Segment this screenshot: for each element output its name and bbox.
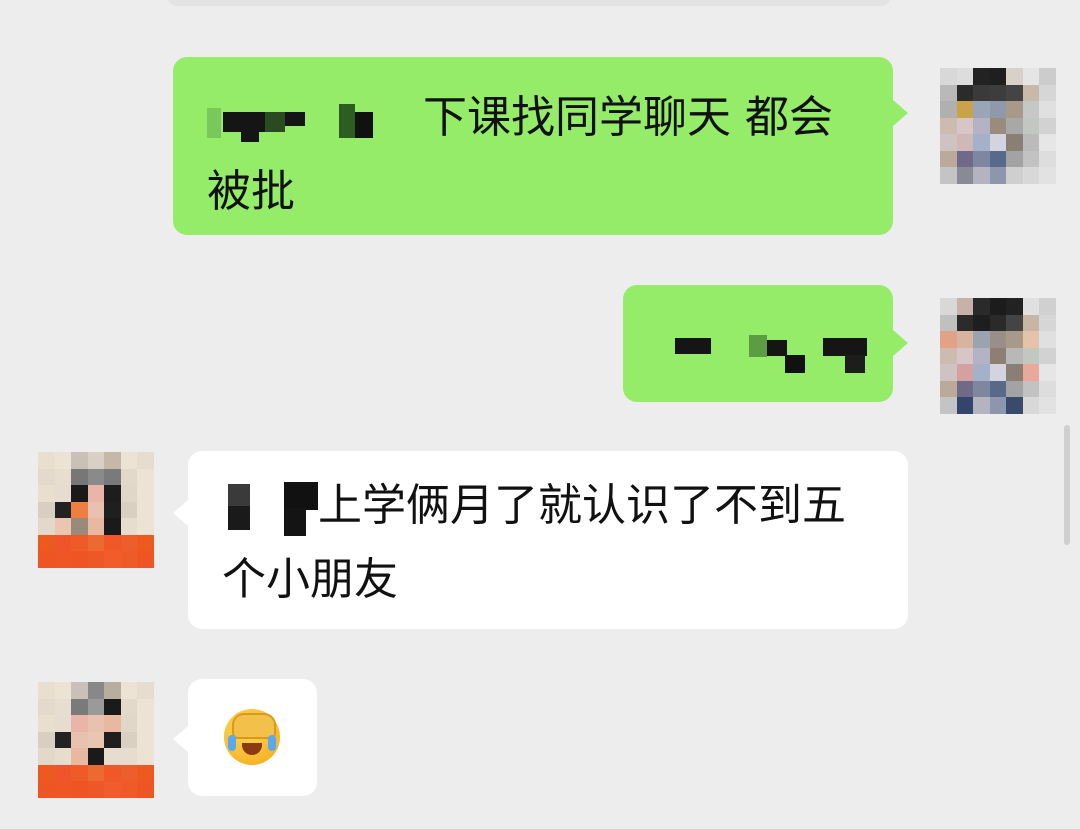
bubble-tail [173, 500, 188, 526]
facepalm-crying-emoji-icon [224, 709, 280, 765]
self-avatar[interactable] [940, 298, 1056, 414]
bubble-tail [893, 100, 908, 126]
contact-avatar[interactable] [38, 452, 154, 568]
previous-message-bubble [168, 0, 890, 6]
redacted-name [222, 478, 318, 538]
bubble-tail [173, 726, 188, 752]
self-avatar[interactable] [940, 68, 1056, 184]
contact-avatar[interactable] [38, 682, 154, 798]
bubble-tail [893, 330, 908, 356]
message-bubble[interactable] [623, 285, 893, 402]
redacted-name [207, 98, 397, 142]
message-bubble[interactable]: 上学俩月了就认识了不到五个小朋友 [188, 451, 908, 629]
scrollbar[interactable] [1064, 425, 1070, 545]
message-bubble[interactable] [188, 679, 317, 796]
message-bubble[interactable]: 下课找同学聊天 都会被批 [173, 57, 893, 235]
